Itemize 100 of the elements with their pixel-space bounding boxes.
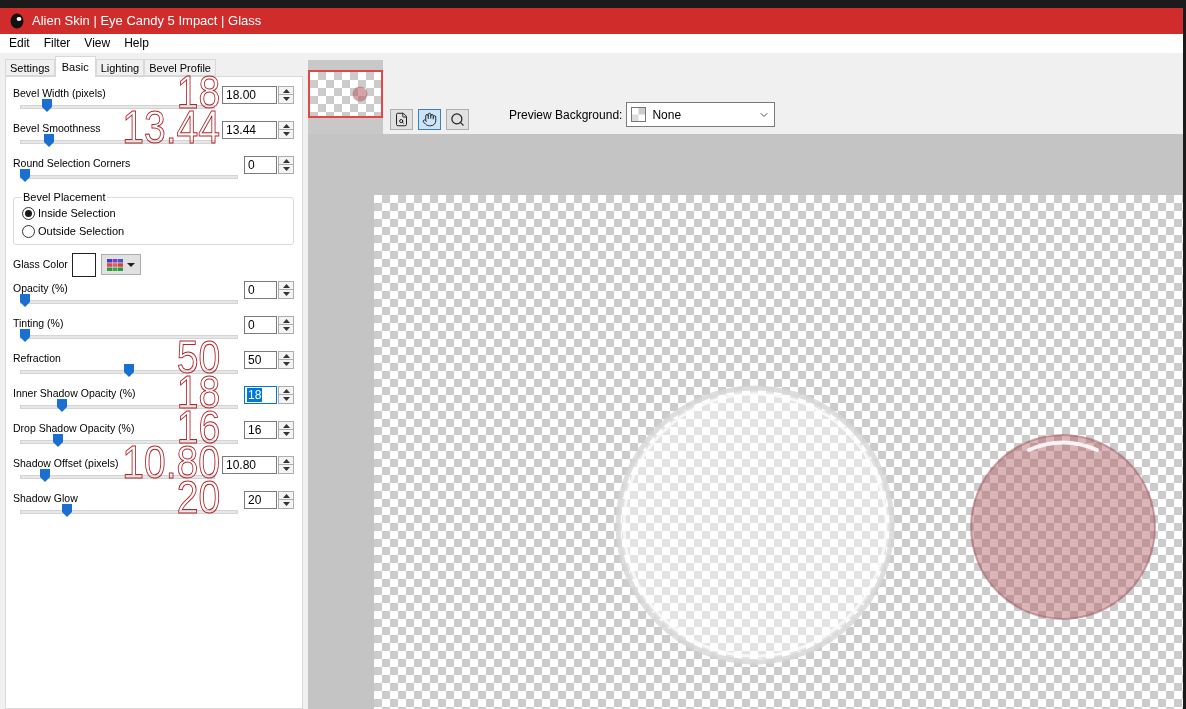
spin-up-button[interactable] (278, 86, 294, 95)
magnifier-icon (450, 112, 465, 127)
spin-up-button[interactable] (278, 121, 294, 130)
spin-up-button[interactable] (278, 156, 294, 165)
menu-item[interactable]: Help (124, 35, 149, 52)
number-field[interactable]: 10.80 (222, 456, 277, 474)
slider-thumb[interactable] (57, 399, 68, 412)
slider-track[interactable] (20, 294, 238, 307)
number-field[interactable]: 0 (244, 281, 277, 299)
caret-up-icon (282, 388, 290, 393)
slider-thumb[interactable] (53, 434, 64, 447)
slider-thumb[interactable] (61, 504, 72, 517)
annotation-number: 16 (176, 410, 220, 444)
document-search-icon (394, 112, 409, 127)
spin-up-button[interactable] (278, 316, 294, 325)
spin-up-button[interactable] (278, 456, 294, 465)
tool-button[interactable] (418, 109, 441, 130)
tool-button[interactable] (390, 109, 413, 130)
slider-thumb[interactable] (20, 329, 30, 342)
slider-track[interactable] (20, 169, 238, 182)
number-field[interactable]: 20 (244, 491, 277, 509)
color-label: Glass Color (13, 256, 69, 272)
spin-down-button[interactable] (278, 325, 294, 334)
spin-up-button[interactable] (278, 351, 294, 360)
preview-thumbnail[interactable] (308, 70, 383, 118)
egg-logo-icon (10, 13, 24, 29)
spin-down-button[interactable] (278, 165, 294, 174)
caret-down-icon (127, 262, 135, 267)
caret-down-icon (282, 467, 290, 471)
caret-up-icon (282, 318, 290, 323)
radio-option[interactable]: Inside Selection (22, 204, 116, 222)
spin-up-button[interactable] (278, 421, 294, 430)
tab[interactable]: Lighting (95, 59, 145, 76)
slider-label: Tinting (%) (13, 316, 64, 330)
slider-label: Drop Shadow Opacity (%) (13, 421, 135, 435)
slider-thumb[interactable] (20, 294, 30, 307)
spin-down-button[interactable] (278, 430, 294, 439)
number-field[interactable]: 18.00 (222, 86, 277, 104)
slider-label: Bevel Width (pixels) (13, 86, 106, 100)
slider-label: Shadow Offset (pixels) (13, 456, 119, 470)
caret-down-icon (282, 362, 290, 366)
tab[interactable]: Bevel Profile (144, 59, 216, 76)
radio-icon[interactable] (22, 206, 35, 220)
slider-thumb[interactable] (20, 169, 30, 182)
number-field[interactable]: 13.44 (222, 121, 277, 139)
slider-thumb[interactable] (42, 99, 53, 112)
menu-item[interactable]: View (84, 35, 111, 52)
spin-up-button[interactable] (278, 386, 294, 395)
caret-down-icon (282, 167, 290, 171)
caret-up-icon (282, 493, 290, 498)
number-field[interactable]: 0 (244, 316, 277, 334)
spin-down-button[interactable] (278, 95, 294, 104)
menu-item[interactable]: Filter (43, 35, 71, 52)
radio-icon[interactable] (22, 224, 35, 238)
spin-down-button[interactable] (278, 465, 294, 474)
tool-button[interactable] (446, 109, 469, 130)
preview-background-dropdown[interactable]: None (626, 102, 776, 127)
slider-label: Shadow Glow (13, 491, 78, 505)
annotation-number: 20 (176, 480, 220, 514)
number-field[interactable]: 0 (244, 156, 277, 174)
group-title: Bevel Placement (22, 191, 107, 204)
tab[interactable]: Settings (5, 59, 55, 76)
slider-thumb[interactable] (39, 469, 50, 482)
color-picker-button[interactable] (101, 254, 141, 275)
number-field[interactable]: 18 (244, 386, 277, 404)
caret-down-icon (282, 397, 290, 401)
caret-down-icon (282, 432, 290, 436)
number-field[interactable]: 16 (244, 421, 277, 439)
caret-up-icon (282, 423, 290, 428)
slider-label: Inner Shadow Opacity (%) (13, 386, 136, 400)
slider-label: Round Selection Corners (13, 156, 131, 170)
spin-up-button[interactable] (278, 491, 294, 500)
caret-up-icon (282, 458, 290, 463)
menu-item[interactable]: Edit (9, 35, 30, 52)
annotation-number: 13.44 (122, 110, 220, 144)
caret-up-icon (282, 123, 290, 128)
caret-down-icon (282, 502, 290, 506)
spin-down-button[interactable] (278, 130, 294, 139)
caret-down-icon (282, 97, 290, 101)
spin-down-button[interactable] (278, 360, 294, 369)
spin-down-button[interactable] (278, 500, 294, 509)
spin-down-button[interactable] (278, 290, 294, 299)
annotation-number: 10.80 (122, 445, 220, 479)
slider-label: Refraction (13, 351, 61, 365)
hand-icon (422, 112, 437, 127)
spin-down-button[interactable] (278, 395, 294, 404)
annotation-number: 18 (176, 75, 220, 109)
radio-option[interactable]: Outside Selection (22, 222, 125, 240)
spin-up-button[interactable] (278, 281, 294, 290)
tab[interactable]: Basic (54, 56, 96, 77)
caret-down-icon (282, 327, 290, 331)
checker-swatch-icon (631, 107, 647, 122)
caret-down-icon (282, 132, 290, 136)
slider-thumb[interactable] (124, 364, 134, 377)
slider-track[interactable] (20, 329, 238, 342)
color-swatch-icon[interactable] (72, 252, 96, 277)
slider-thumb[interactable] (44, 134, 55, 147)
slider-label: Bevel Smoothness (13, 121, 101, 135)
number-field[interactable]: 50 (244, 351, 277, 369)
glass-ball-icon (352, 86, 368, 102)
